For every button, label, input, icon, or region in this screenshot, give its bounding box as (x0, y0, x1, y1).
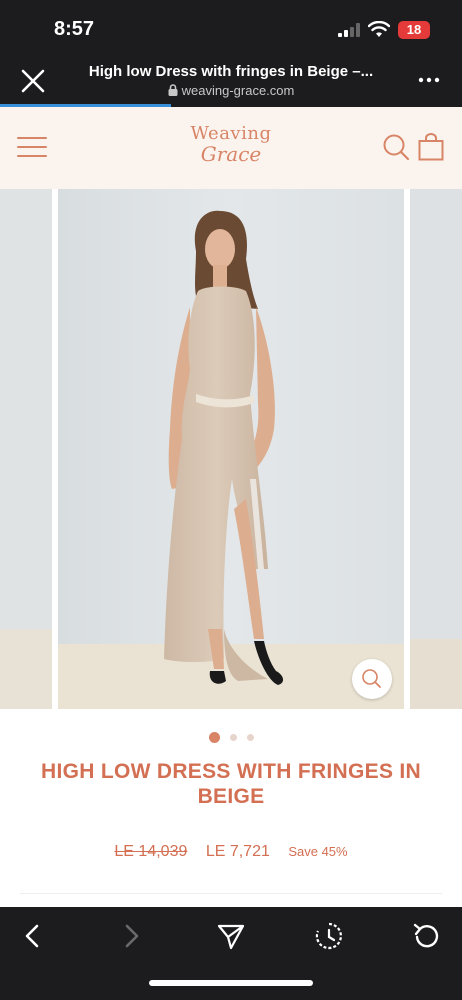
price-row: LE 14,039 LE 7,721 Save 45% (0, 843, 462, 861)
gallery-pagination (0, 729, 462, 744)
divider (20, 893, 442, 894)
status-bar: 8:57 18 (0, 0, 462, 58)
pagination-dot[interactable] (246, 734, 254, 742)
pagination-dot[interactable] (208, 732, 220, 744)
url-text: weaving-grace.com (181, 83, 295, 98)
zoom-icon (362, 669, 381, 688)
forward-icon[interactable] (116, 921, 146, 951)
sale-price: LE 7,721 (205, 843, 270, 860)
product-gallery[interactable] (0, 189, 462, 709)
more-icon[interactable] (416, 70, 442, 90)
slide-image-next (410, 189, 462, 709)
product-title: HIGH LOW DRESS WITH FRINGES IN BEIGE (41, 760, 421, 808)
savings-label: Save 45% (288, 844, 348, 859)
pagination-dot[interactable] (229, 734, 237, 742)
product-photo (58, 189, 404, 709)
gallery-slide-next[interactable] (410, 189, 462, 709)
battery-indicator: 18 (398, 21, 430, 39)
back-icon[interactable] (18, 921, 48, 951)
share-icon[interactable] (216, 921, 246, 951)
signal-icon (338, 23, 360, 37)
close-icon[interactable] (20, 68, 46, 94)
site-header: Weaving Grace (0, 107, 462, 189)
bag-icon[interactable] (418, 133, 444, 161)
slide-image-previous (0, 189, 52, 709)
page-title: High low Dress with fringes in Beige –..… (88, 63, 374, 80)
logo-line-1: Weaving (190, 123, 272, 144)
lock-icon (168, 84, 178, 96)
search-icon[interactable] (382, 133, 410, 161)
home-indicator[interactable] (149, 980, 313, 986)
logo-line-2: Grace (200, 142, 262, 166)
screen: 8:57 18 High low Dress with fringes in B… (0, 0, 462, 1000)
menu-icon[interactable] (16, 135, 48, 159)
history-icon[interactable] (314, 921, 344, 951)
site-logo[interactable]: Weaving Grace (181, 123, 281, 166)
web-content: Weaving Grace HIGH LOW DRESS WITH FRINGE… (0, 107, 462, 907)
original-price: LE 14,039 (114, 843, 188, 860)
status-time: 8:57 (54, 18, 95, 40)
url-display[interactable]: weaving-grace.com (60, 83, 402, 98)
wifi-icon (368, 21, 390, 37)
browser-header: High low Dress with fringes in Beige –..… (0, 58, 462, 106)
zoom-button[interactable] (352, 659, 392, 699)
browser-toolbar (0, 907, 462, 1000)
gallery-slide-previous[interactable] (0, 189, 52, 709)
reload-icon[interactable] (412, 921, 442, 951)
gallery-slide-main[interactable] (58, 189, 404, 709)
